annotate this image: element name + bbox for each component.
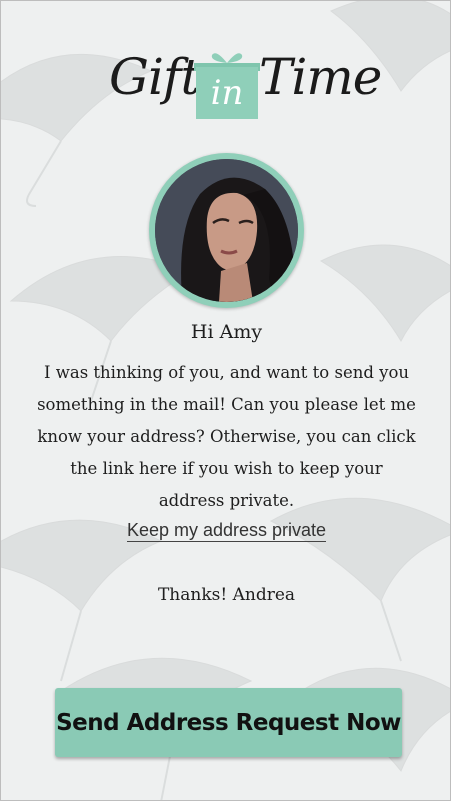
keep-address-private-container: Keep my address private xyxy=(1,518,450,542)
message-line: address private. xyxy=(158,491,295,510)
logo-word-gift: Gift xyxy=(109,48,201,106)
signoff-text: Thanks! Andrea xyxy=(157,585,296,605)
logo-word-time: Time xyxy=(259,48,382,106)
message-line: the link here if you wish to keep your xyxy=(70,459,383,478)
gift-in-time-logo: Gift in Time xyxy=(109,39,382,119)
message-line: something in the mail! Can you please le… xyxy=(37,395,416,414)
message-line: know your address? Otherwise, you can cl… xyxy=(37,427,416,446)
message-line: I was thinking of you, and want to send … xyxy=(43,363,410,382)
gift-box-icon: in xyxy=(194,49,260,119)
umbrella-background: Gift in Time Hi Amy I was thinking of yo… xyxy=(0,0,451,801)
greeting-heading: Hi Amy xyxy=(190,321,263,343)
woman-portrait-avatar xyxy=(155,159,298,302)
avatar-ring xyxy=(149,153,304,308)
keep-address-private-link[interactable]: Keep my address private xyxy=(126,520,327,542)
logo-word-in: in xyxy=(210,73,244,113)
send-address-request-button[interactable]: Send Address Request Now xyxy=(55,688,402,757)
avatar xyxy=(155,159,298,302)
message-body: I was thinking of you, and want to send … xyxy=(35,357,418,517)
